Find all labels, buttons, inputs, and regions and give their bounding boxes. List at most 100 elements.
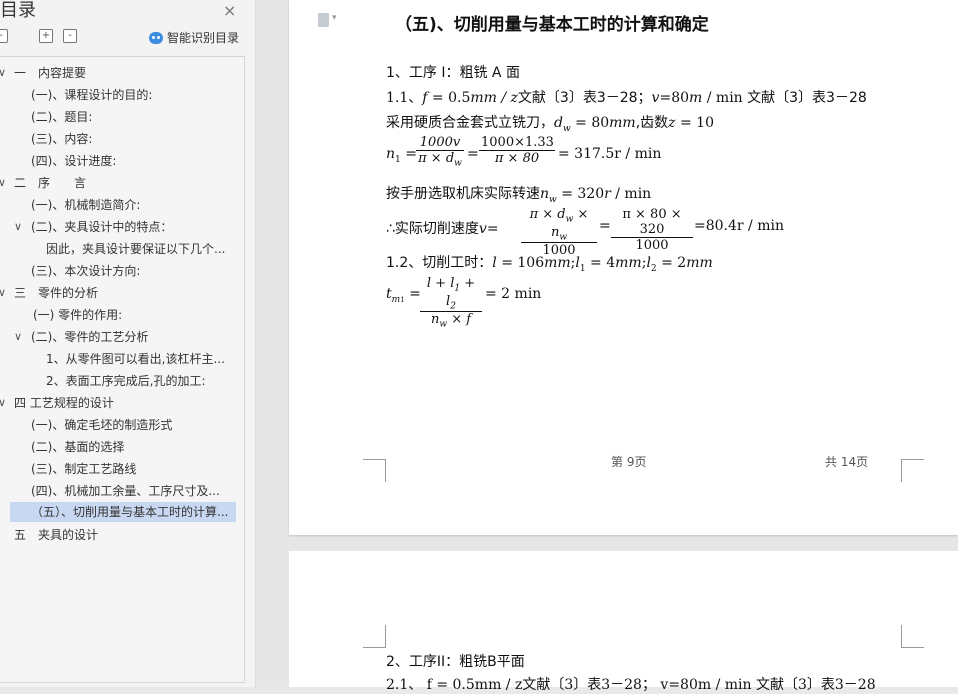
toc-item-label: 三 零件的分析 bbox=[14, 286, 99, 300]
text: 按手册选取机床实际转速 bbox=[386, 186, 540, 202]
text: 2 bbox=[450, 301, 456, 312]
text: 采用硬质合金套式立铣刀， bbox=[386, 115, 554, 131]
fraction-numerator: l + l1 + l2 bbox=[420, 276, 482, 313]
formula-v-lhs: ∴实际切削速度v= bbox=[386, 218, 499, 238]
formula-n1-result: = 317.5r / min bbox=[558, 146, 662, 162]
text: 1.2、切削工时： bbox=[386, 255, 493, 271]
text: v bbox=[478, 221, 487, 237]
formula-v-result: =80.4r / min bbox=[694, 218, 784, 234]
crop-mark bbox=[363, 459, 386, 482]
toc-item[interactable]: 2、表面工序完成后,孔的加工: bbox=[46, 371, 206, 391]
toc-item[interactable]: ∨ 三 零件的分析 bbox=[0, 283, 240, 303]
collapse-icon[interactable]: - bbox=[63, 29, 77, 43]
toc-item-selected[interactable]: （五）、切削用量与基本工时的计算... bbox=[10, 502, 236, 522]
text: r bbox=[604, 186, 611, 202]
text: n bbox=[540, 186, 550, 202]
toc-sidebar: 目录 × - + - 智能识别目录 ∨ 一 内容提要 (一)、课程设计的目的: (… bbox=[0, 0, 256, 687]
toc-item-label: (二)、零件的工艺分析 bbox=[31, 330, 149, 344]
text: ,齿数 bbox=[635, 115, 669, 131]
toc-item[interactable]: (一)、课程设计的目的: bbox=[31, 85, 152, 105]
toc-item[interactable]: ∨ 四 工艺规程的设计 bbox=[0, 393, 240, 413]
toc-item[interactable]: ∨ 一 内容提要 bbox=[0, 63, 240, 83]
text: = 4 bbox=[585, 255, 616, 271]
toc-item[interactable]: (二)、基面的选择 bbox=[31, 437, 124, 457]
text: π × 80 × 320 bbox=[611, 207, 693, 238]
crop-mark bbox=[901, 625, 924, 648]
chevron-down-icon[interactable]: ∨ bbox=[0, 283, 6, 303]
toc-item-label: 四 工艺规程的设计 bbox=[14, 396, 114, 410]
text: d bbox=[554, 115, 563, 131]
smart-toc-label: 智能识别目录 bbox=[167, 31, 240, 45]
chevron-down-icon[interactable]: ∨ bbox=[14, 217, 22, 237]
toc-item[interactable]: ∨ (二)、夹具设计中的特点： bbox=[14, 217, 234, 237]
expand-icon[interactable]: + bbox=[39, 29, 53, 43]
toc-item-label: 二 序 言 bbox=[14, 176, 87, 190]
toc-item[interactable]: 因此，夹具设计要保证以下几个... bbox=[46, 239, 225, 259]
fraction-denominator: π × dw bbox=[416, 151, 464, 169]
toc-item[interactable]: (二)、题目: bbox=[31, 107, 92, 127]
text: w bbox=[549, 194, 557, 205]
text: × f bbox=[447, 312, 472, 328]
toc-item[interactable]: ∨ (二)、零件的工艺分析 bbox=[14, 327, 234, 347]
text: 文献〔3〕表3－28； bbox=[517, 90, 652, 106]
formula-n1-lhs: n1 = bbox=[386, 146, 417, 165]
toc-item[interactable]: ∨ 二 序 言 bbox=[0, 173, 240, 193]
text: =80 bbox=[659, 90, 690, 106]
page-number: 第 9页 bbox=[611, 455, 647, 469]
chevron-down-icon[interactable]: ∨ bbox=[14, 327, 22, 347]
toc-item[interactable]: (三)、内容: bbox=[31, 129, 92, 149]
text: mm bbox=[686, 255, 713, 271]
crop-mark bbox=[363, 625, 386, 648]
text: n bbox=[386, 146, 396, 162]
text: w bbox=[562, 123, 571, 134]
fraction-numerator: π × dw × nw bbox=[521, 207, 597, 244]
text: z bbox=[668, 115, 676, 131]
toc-item-label: 一 内容提要 bbox=[14, 66, 87, 80]
text: = 106 bbox=[496, 255, 545, 271]
collapse-all-icon[interactable]: - bbox=[0, 29, 8, 43]
text: m bbox=[391, 294, 401, 305]
toc-item[interactable]: (一) 零件的作用: bbox=[33, 305, 122, 325]
toc-item[interactable]: (三)、本次设计方向: bbox=[31, 261, 140, 281]
toc-item[interactable]: (一)、机械制造简介: bbox=[31, 195, 140, 215]
text: = 10 bbox=[675, 115, 714, 131]
document-outline-icon[interactable] bbox=[318, 13, 337, 27]
text: w bbox=[559, 232, 568, 243]
fraction: 1000×1.33 π × 80 bbox=[479, 135, 555, 166]
text: = bbox=[486, 221, 499, 237]
param-line-1: 2.1、 f = 0.5mm / z文献〔3〕表3－28； v=80m / mi… bbox=[386, 677, 876, 693]
text: mm bbox=[609, 115, 636, 131]
text: 1000 bbox=[635, 238, 669, 253]
toc-item[interactable]: (三)、制定工艺路线 bbox=[31, 459, 136, 479]
chevron-down-icon[interactable]: ∨ bbox=[0, 393, 6, 413]
toc-item[interactable]: 1、从零件图可以看出,该杠杆主... bbox=[46, 349, 225, 369]
toc-title: 目录 bbox=[0, 0, 36, 21]
toc-item[interactable]: (一)、确定毛坯的制造形式 bbox=[31, 415, 172, 435]
step-title: 2、工序II：粗铣B平面 bbox=[386, 654, 525, 670]
section-heading: （五)、切削用量与基本工时的计算和确定 bbox=[395, 15, 709, 35]
text: 1 bbox=[395, 154, 401, 165]
text: / min bbox=[702, 90, 743, 106]
text: = 0.5 bbox=[427, 90, 471, 106]
toc-item[interactable]: 五 夹具的设计 bbox=[14, 525, 98, 545]
fraction: π × 80 × 320 1000 bbox=[611, 207, 693, 253]
ai-icon bbox=[149, 32, 163, 44]
crop-mark bbox=[901, 459, 924, 482]
cutting-time-line: 1.2、切削工时：l = 106mm;l1 = 4mm;l2 = 2mm bbox=[386, 252, 713, 274]
chevron-down-icon[interactable]: ∨ bbox=[0, 63, 6, 83]
text: = 80 bbox=[570, 115, 610, 131]
equals: = bbox=[599, 218, 611, 234]
smart-toc-button[interactable]: 智能识别目录 bbox=[149, 29, 239, 46]
text: = 320 bbox=[556, 186, 605, 202]
chevron-down-icon[interactable]: ∨ bbox=[0, 173, 6, 193]
formula-t-lhs: tm1 = bbox=[386, 286, 421, 305]
toc-item[interactable]: (四)、机械加工余量、工序尺寸及... bbox=[31, 481, 220, 501]
document-area[interactable]: （五)、切削用量与基本工时的计算和确定 1、工序 I：粗铣 A 面 1.1、f … bbox=[256, 0, 958, 693]
toc-item[interactable]: (四)、设计进度: bbox=[31, 151, 116, 171]
param-line-1: 1.1、f = 0.5mm / z文献〔3〕表3－28；v=80m / min … bbox=[386, 87, 867, 107]
text: mm bbox=[615, 255, 642, 271]
fraction: l + l1 + l2 nw × f bbox=[420, 276, 482, 330]
close-icon[interactable]: × bbox=[223, 1, 236, 20]
formula-t-result: = 2 min bbox=[485, 286, 542, 302]
text: 文献〔3〕表3－28 bbox=[742, 90, 867, 106]
